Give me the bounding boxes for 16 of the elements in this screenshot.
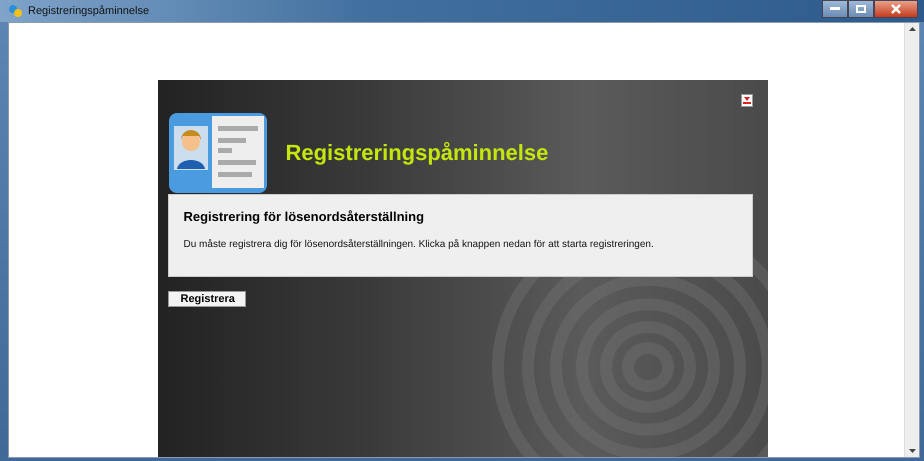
- register-button[interactable]: Registrera: [168, 291, 246, 307]
- header-title: Registreringspåminnelse: [286, 140, 548, 166]
- notice-text: Du måste registrera dig för lösenordsåterställningen. Klicka på knappen nedan för att starta registreringen.: [184, 239, 655, 250]
- minimize-button[interactable]: [822, 0, 848, 18]
- window-title: Registreringspåminnelse: [28, 5, 150, 17]
- close-icon: [891, 4, 901, 14]
- scrollbar[interactable]: [904, 23, 919, 457]
- minimize-icon: [830, 7, 840, 11]
- app-icon: [8, 4, 22, 18]
- close-button[interactable]: [874, 0, 918, 18]
- notice-heading: Registrering för lösenordsåterställning: [184, 209, 426, 224]
- scroll-up-icon[interactable]: [908, 27, 916, 31]
- document-icon[interactable]: [740, 94, 752, 107]
- maximize-icon: [856, 5, 866, 13]
- scroll-down-icon[interactable]: [908, 449, 916, 453]
- maximize-button[interactable]: [848, 0, 874, 18]
